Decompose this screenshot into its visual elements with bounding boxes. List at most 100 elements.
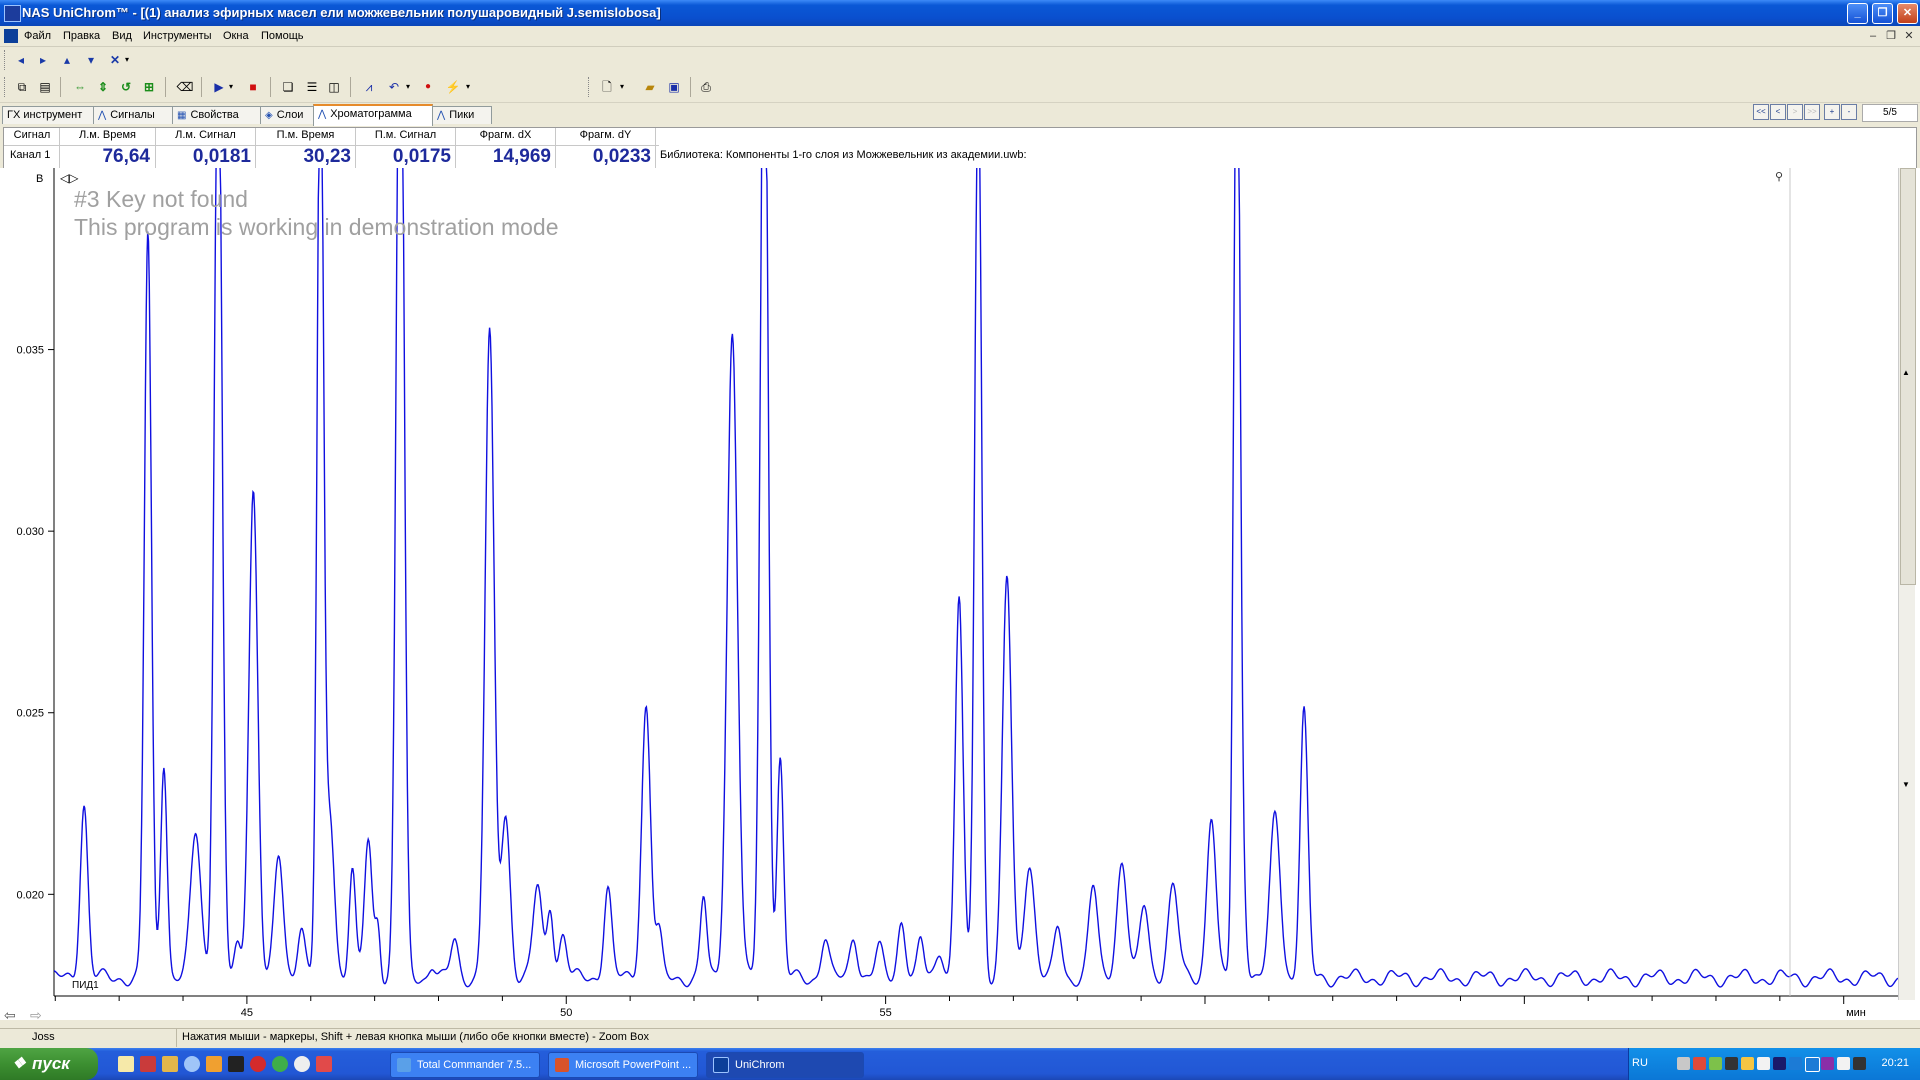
nav-prev-button[interactable]: < [1770,104,1786,120]
nav-last-button[interactable]: >> [1804,104,1820,120]
tab-peaks[interactable]: ⋀ Пики [432,106,492,124]
forward-nav-icon[interactable]: ⇨ [30,1007,42,1020]
minimize-button[interactable]: _ [1847,3,1868,24]
scroll-lr-icon[interactable]: ◁▷ [60,171,79,185]
download-icon[interactable] [316,1056,332,1072]
nav-first-button[interactable]: << [1753,104,1769,120]
chromatogram-trace[interactable] [53,168,1898,988]
terminal-icon[interactable] [228,1056,244,1072]
integrate-icon[interactable]: ⚡ [443,77,463,97]
mdi-close-button[interactable]: ✕ [1902,29,1916,43]
window-tile-v-icon[interactable]: ◫ [324,77,344,97]
tab-label: Хроматограмма [330,108,412,120]
maximize-button[interactable]: ❐ [1872,3,1893,24]
browser-icon[interactable] [184,1056,200,1072]
nav-next-button[interactable]: > [1787,104,1803,120]
print-icon[interactable]: ⎙ [696,77,716,97]
dropdown-icon[interactable]: ▾ [463,77,473,97]
start-button[interactable]: ❖ пуск [0,1048,98,1080]
menu-tools[interactable]: Инструменты [143,30,212,42]
icq-icon[interactable] [272,1056,288,1072]
tray-icon[interactable] [1757,1057,1770,1070]
toolbar-grip[interactable] [4,77,8,97]
notepad-icon[interactable] [118,1056,134,1072]
task-total-commander[interactable]: Total Commander 7.5... [390,1052,540,1078]
tray-icon[interactable] [1853,1057,1866,1070]
media-icon[interactable] [294,1056,310,1072]
tray-icon[interactable] [1741,1057,1754,1070]
toolbar-separator [270,77,271,97]
back-nav-icon[interactable]: ⇦ [4,1007,16,1020]
stop-icon[interactable]: ■ [243,77,263,97]
nav-add-button[interactable]: + [1824,104,1840,120]
save-icon[interactable]: ▣ [664,77,684,97]
record-icon[interactable]: ● [418,77,438,97]
task-powerpoint[interactable]: Microsoft PowerPoint ... [548,1052,698,1078]
arrow-up-icon[interactable]: ▴ [57,50,77,70]
open-folder-icon[interactable]: ▰ [640,77,660,97]
copy-icon[interactable]: ⧉ [12,77,32,97]
menu-view[interactable]: Вид [112,30,132,42]
navigation-toolbar: ◂ ▸ ▴ ▾ ✕ ▾ [0,47,1920,73]
column-header: Фрагм. dY [579,129,632,141]
pin-icon[interactable]: ⚲ [1775,171,1783,183]
tray-icon[interactable] [1725,1057,1738,1070]
tray-icon[interactable] [1821,1057,1834,1070]
app-quicklaunch-icon[interactable] [140,1056,156,1072]
dropdown-icon[interactable]: ▾ [226,77,236,97]
scroll-down-icon[interactable]: ▼ [1902,780,1910,789]
vertical-scrollbar[interactable]: ▲ ▼ [1898,168,1916,1000]
chromatogram-chart[interactable]: 0.020 0.025 0.030 0.035 45 50 55 B ПИД1 мин ⇦… [0,168,1898,1020]
tray-icon[interactable] [1773,1057,1786,1070]
status-bar: Joss Нажатия мыши - маркеры, Shift + лев… [0,1028,1920,1047]
tab-gc-instrument[interactable]: ГХ инструмент [2,106,94,124]
tab-signals[interactable]: ⋀ Сигналы [93,106,173,124]
dropdown-icon[interactable]: ▾ [122,50,132,70]
menu-windows[interactable]: Окна [223,30,249,42]
markers-icon[interactable]: ⩘ [359,77,379,97]
fit-horizontal-icon[interactable]: ⇔ [70,77,90,97]
toolbar-grip[interactable] [588,77,592,97]
dropdown-icon[interactable]: ▾ [403,77,413,97]
mdi-minimize-button[interactable]: – [1866,29,1880,43]
language-indicator[interactable]: RU [1629,1057,1651,1071]
arrow-left-icon[interactable]: ◂ [11,50,31,70]
tray-icon[interactable] [1805,1057,1820,1072]
y-tick-label: 0.025 [16,708,44,720]
tab-chromatogram[interactable]: ⋀ Хроматограмма [313,104,433,126]
folder-icon[interactable] [162,1056,178,1072]
tray-icon[interactable] [1789,1057,1802,1070]
fit-vertical-icon[interactable]: ⇕ [93,77,113,97]
paste-icon[interactable]: ▤ [35,77,55,97]
window-tile-h-icon[interactable]: ☰ [302,77,322,97]
chromatogram-panel[interactable]: 0.020 0.025 0.030 0.035 45 50 55 B ПИД1 мин ⇦… [0,168,1920,1020]
undo-icon[interactable]: ↶ [384,77,404,97]
arrow-right-icon[interactable]: ▸ [33,50,53,70]
new-document-icon[interactable]: 🗋 [597,77,617,97]
toolbar-grip[interactable] [4,50,8,70]
clear-icon[interactable]: ⌫ [175,77,195,97]
tray-icon[interactable] [1693,1057,1706,1070]
dropdown-icon[interactable]: ▾ [617,77,627,97]
menu-file[interactable]: Файл [24,30,51,42]
opera-icon[interactable] [250,1056,266,1072]
zoom-fit-icon[interactable]: ⊞ [139,77,159,97]
tray-icon[interactable] [1837,1057,1850,1070]
tray-icon[interactable] [1709,1057,1722,1070]
scroll-up-icon[interactable]: ▲ [1902,368,1910,377]
window-cascade-icon[interactable]: ❏ [278,77,298,97]
document-icon[interactable] [4,29,18,43]
nav-remove-button[interactable]: - [1841,104,1857,120]
clock: 20:21 [1881,1057,1909,1069]
menu-help[interactable]: Помощь [261,30,304,42]
task-unichrom[interactable]: UniChrom [706,1052,864,1078]
tray-icon[interactable] [1677,1057,1690,1070]
undo-zoom-icon[interactable]: ↺ [116,77,136,97]
menu-edit[interactable]: Правка [63,30,100,42]
firefox-icon[interactable] [206,1056,222,1072]
column-header: Л.м. Сигнал [175,129,236,141]
arrow-down-icon[interactable]: ▾ [81,50,101,70]
close-button[interactable]: ✕ [1897,3,1918,24]
tab-properties[interactable]: ▦ Свойства [172,106,262,124]
mdi-restore-button[interactable]: ❐ [1884,29,1898,43]
